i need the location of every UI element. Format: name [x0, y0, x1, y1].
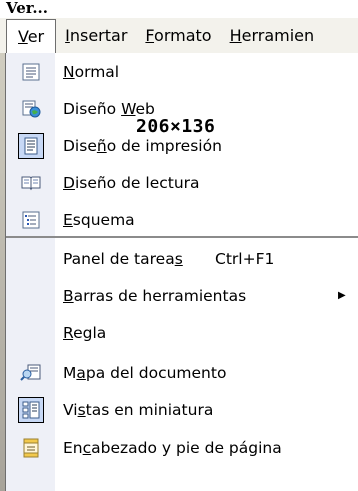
menu-item-mapa-documento-pre: M	[63, 363, 77, 382]
menu-item-diseno-lectura-access-key: D	[63, 173, 75, 192]
menu-item-vistas-miniatura-access-key: s	[77, 400, 86, 419]
menu-item-panel-tareas-access-key: s	[174, 249, 183, 268]
submenu-arrow-icon: ▶	[338, 290, 346, 301]
menu-item-barras-herramientas-access-key: B	[63, 286, 74, 305]
menu-item-normal[interactable]: Normal	[6, 53, 358, 90]
menu-item-diseno-impresion-pre: Dise	[63, 136, 97, 155]
web-layout-icon	[6, 90, 55, 127]
menu-ver[interactable]: Ver	[6, 18, 57, 54]
menu-item-panel-tareas[interactable]: Panel de tareas Ctrl+F1	[6, 240, 358, 277]
menu-item-normal-access-key: N	[63, 62, 75, 81]
menu-item-diseno-lectura-post: iseño de lectura	[74, 173, 200, 192]
menu-item-barras-herramientas-post: arras de herramientas	[73, 286, 247, 305]
menu-item-diseno-impresion-post: o de impresión	[106, 136, 222, 155]
menu-item-encabezado-pie-pre: En	[63, 438, 83, 457]
menu-ver-access-key: V	[18, 26, 28, 46]
menu-item-diseno-web-access-key: W	[121, 99, 136, 118]
menu-item-esquema-post: squema	[72, 210, 135, 229]
menu-herramientas-access-key: H	[229, 26, 242, 45]
panel-tareas-icon-slot	[6, 240, 55, 277]
outline-icon	[6, 201, 55, 238]
reading-layout-icon	[6, 164, 55, 201]
header-footer-icon	[6, 429, 55, 466]
menu-ver-post: er	[27, 26, 45, 46]
menu-separator	[6, 236, 358, 238]
menu-bar: Ver Insertar Formato Herramien	[0, 18, 358, 54]
regla-icon-slot	[6, 314, 55, 351]
menu-item-encabezado-pie-access-key: c	[82, 438, 92, 457]
menu-item-diseno-web-post: eb	[135, 99, 155, 118]
menu-item-mapa-documento-post: pa del documento	[85, 363, 227, 382]
menu-item-encabezado-pie[interactable]: Encabezado y pie de página	[6, 429, 358, 466]
barras-herramientas-icon-slot	[6, 277, 55, 314]
menu-herramientas-post: erramien	[241, 26, 315, 45]
menu-formato-access-key: F	[145, 26, 155, 45]
menu-item-diseno-lectura[interactable]: Diseño de lectura	[6, 164, 358, 201]
menu-item-regla[interactable]: Regla	[6, 314, 358, 351]
menu-item-vistas-miniatura[interactable]: Vistas en miniatura	[6, 391, 358, 428]
menu-item-mapa-documento-access-key: a	[76, 363, 86, 382]
menu-item-mapa-documento[interactable]: Mapa del documento	[6, 354, 358, 391]
menu-insertar[interactable]: Insertar	[56, 18, 136, 53]
title-overlay: Ver...	[6, 0, 48, 17]
menu-herramientas[interactable]: Herramien	[221, 18, 324, 53]
thumbnails-icon	[17, 396, 44, 423]
menu-item-regla-access-key: R	[63, 323, 74, 342]
menu-item-vistas-miniatura-pre: Vi	[63, 400, 78, 419]
menu-insertar-post: nsertar	[69, 26, 128, 45]
size-annotation: 206×136	[136, 116, 216, 137]
menu-item-vistas-miniatura-post: tas en miniatura	[85, 400, 214, 419]
document-map-icon	[6, 354, 55, 391]
menu-item-encabezado-pie-post: abezado y pie de página	[91, 438, 282, 457]
print-layout-icon-container	[6, 127, 55, 164]
menu-formato[interactable]: Formato	[136, 18, 220, 53]
normal-view-icon	[6, 53, 55, 90]
menu-formato-post: ormato	[154, 26, 212, 45]
menu-item-barras-herramientas[interactable]: Barras de herramientas ▶	[6, 277, 358, 314]
menu-item-diseno-web-pre: Diseño	[63, 99, 122, 118]
menu-item-normal-post: ormal	[74, 62, 120, 81]
menu-item-regla-post: egla	[73, 323, 107, 342]
menu-item-esquema[interactable]: Esquema	[6, 201, 358, 238]
menu-item-panel-tareas-shortcut: Ctrl+F1	[215, 249, 275, 268]
menu-item-esquema-access-key: E	[63, 210, 73, 229]
menu-item-diseno-impresion-access-key: ñ	[96, 136, 107, 155]
thumbnails-icon-container	[6, 391, 55, 428]
print-layout-icon	[17, 132, 44, 159]
menu-item-panel-tareas-pre: Panel de tarea	[63, 249, 175, 268]
